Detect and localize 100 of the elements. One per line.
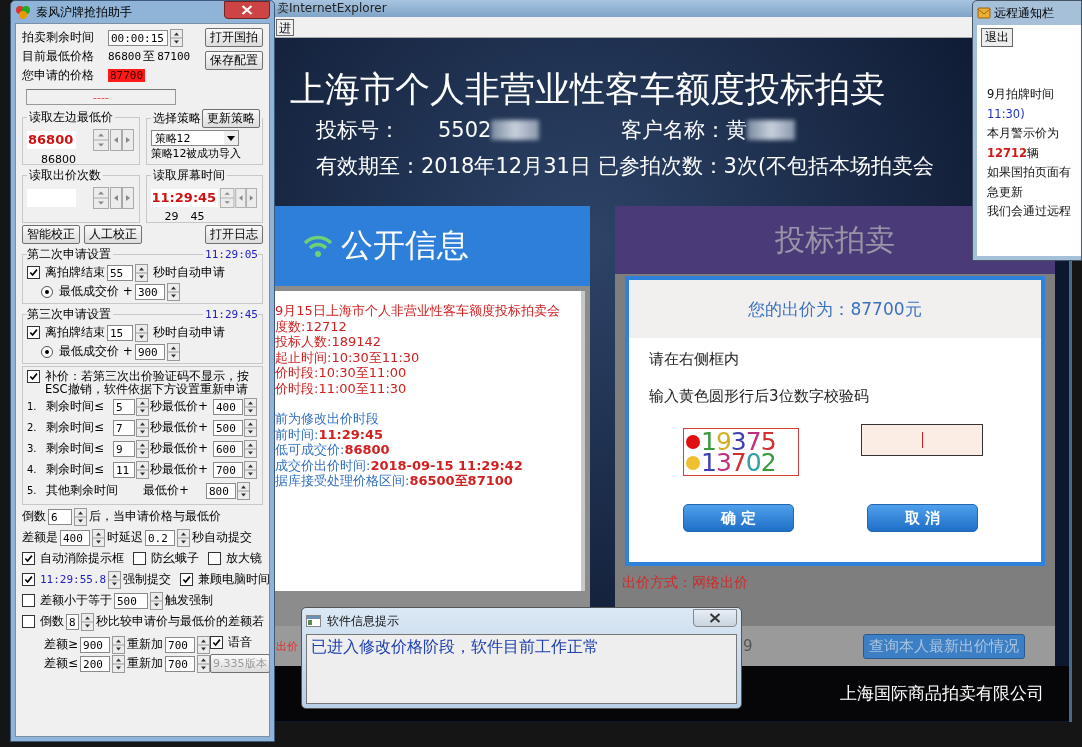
number-field[interactable]: 700: [165, 636, 196, 653]
spin-buttons[interactable]: [197, 635, 211, 654]
spin-buttons[interactable]: [244, 418, 257, 437]
spin-buttons[interactable]: [136, 418, 149, 437]
field-label: 秒自动提交: [192, 529, 252, 546]
action-button[interactable]: 智能校正: [22, 225, 80, 244]
checkbox[interactable]: [22, 552, 35, 565]
price-text: 86800: [108, 50, 142, 63]
spin-buttons[interactable]: [150, 591, 163, 610]
number-field[interactable]: 700: [213, 461, 243, 478]
spin-buttons[interactable]: [244, 397, 257, 416]
number-field[interactable]: 55: [107, 264, 133, 281]
reading-text: 29: [164, 210, 179, 223]
checkbox-label: 离拍牌结束: [45, 264, 105, 281]
list-number: 1.: [27, 401, 38, 412]
checkbox[interactable]: [22, 573, 35, 586]
panel-title: 公开信息: [341, 225, 469, 266]
spin-buttons[interactable]: [136, 460, 149, 479]
checkbox[interactable]: [27, 326, 40, 339]
info-value: 86500至87100: [409, 473, 513, 489]
number-field[interactable]: 200: [80, 655, 111, 672]
cancel-button[interactable]: 取 消: [867, 504, 978, 532]
spin-buttons[interactable]: [177, 528, 190, 547]
spin-buttons[interactable]: [244, 460, 257, 479]
spin-buttons[interactable]: [136, 397, 149, 416]
field-label: 剩余时间≤: [46, 461, 106, 478]
spin-buttons[interactable]: [197, 654, 211, 673]
checkbox[interactable]: [27, 370, 40, 383]
number-field[interactable]: 900: [80, 636, 111, 653]
radio-button[interactable]: [41, 345, 53, 358]
number-field[interactable]: 800: [206, 482, 236, 499]
close-icon: [709, 613, 721, 623]
number-field[interactable]: 500: [213, 419, 243, 436]
save-button[interactable]: 保存配置: [205, 51, 263, 70]
spin-buttons[interactable]: [112, 654, 126, 673]
strategy-select[interactable]: 策略12: [150, 130, 239, 146]
number-field[interactable]: 11: [113, 461, 135, 478]
value-display: 11:29:45: [150, 189, 219, 207]
open-button[interactable]: 打开国拍: [205, 28, 263, 47]
spin-buttons[interactable]: [166, 342, 180, 361]
checkbox-label: 倒数: [40, 613, 64, 630]
number-field[interactable]: 8: [66, 613, 79, 630]
checkbox[interactable]: [210, 636, 224, 649]
spin-buttons[interactable]: [166, 282, 180, 301]
captcha-digits: 13702: [701, 452, 776, 473]
info-label: 前为修改出价时段: [275, 411, 379, 427]
notice-line: 9月拍牌时间: [987, 86, 1056, 103]
number-field[interactable]: 700: [165, 655, 196, 672]
group-title: 第三次申请设置: [27, 306, 111, 323]
checkbox[interactable]: [27, 266, 40, 279]
field-label: 最低价+: [143, 482, 191, 499]
list-number: 4.: [27, 464, 38, 475]
number-field[interactable]: 9: [113, 440, 135, 457]
notice-line: 急更新: [987, 183, 1024, 201]
spin-buttons[interactable]: [80, 612, 94, 631]
field-value: 黄: [726, 117, 748, 144]
checkbox[interactable]: [133, 552, 146, 565]
spin-buttons[interactable]: [135, 323, 148, 342]
spin-buttons[interactable]: [237, 481, 250, 500]
number-field[interactable]: 500: [114, 592, 148, 609]
close-button[interactable]: [224, 1, 270, 19]
number-field[interactable]: 300: [134, 283, 165, 300]
close-button[interactable]: [693, 609, 737, 627]
number-field[interactable]: 5: [113, 398, 135, 415]
dropdown-icon: [223, 131, 238, 145]
spin-buttons[interactable]: [136, 439, 149, 458]
spin-buttons[interactable]: [74, 507, 87, 526]
checkbox[interactable]: [22, 615, 35, 628]
checkbox[interactable]: [180, 573, 193, 586]
number-field[interactable]: 900: [134, 343, 165, 360]
forward-button[interactable]: 进: [276, 18, 294, 36]
spin-buttons[interactable]: [92, 528, 105, 547]
number-field[interactable]: 400: [60, 529, 90, 546]
radio-button[interactable]: [41, 285, 53, 298]
window-title: 卖InternetExplorer: [277, 0, 387, 17]
confirm-button[interactable]: 确 定: [683, 504, 794, 532]
number-field[interactable]: 400: [213, 398, 243, 415]
status-message: 策略12被成功导入: [150, 147, 242, 160]
checkbox[interactable]: [208, 552, 221, 565]
bid-price-text: 您的出价为：87700元: [748, 297, 922, 321]
number-field[interactable]: 0.2: [145, 529, 175, 546]
number-field[interactable]: 15: [107, 324, 133, 341]
number-field[interactable]: 600: [213, 440, 243, 457]
action-button[interactable]: 打开日志: [205, 225, 263, 244]
exit-button[interactable]: 退出: [981, 28, 1013, 47]
field-label: 出价: [276, 638, 298, 654]
number-field[interactable]: 6: [48, 508, 72, 525]
captcha-input[interactable]: [861, 424, 983, 456]
spin-buttons[interactable]: [135, 263, 148, 282]
update-strategy-button[interactable]: 更新策略: [202, 109, 260, 128]
checkbox-label: 差额小于等于: [40, 592, 112, 609]
number-field[interactable]: 7: [113, 419, 135, 436]
spin-buttons[interactable]: [108, 570, 121, 589]
checkbox[interactable]: [22, 594, 35, 607]
action-button[interactable]: 人工校正: [84, 225, 142, 244]
spin-buttons[interactable]: [112, 635, 126, 654]
spin-buttons[interactable]: [244, 439, 257, 458]
number-field[interactable]: 00:00:15: [108, 29, 168, 46]
spin-buttons[interactable]: [170, 28, 183, 47]
window-title: 秦风沪牌抢拍助手: [36, 3, 133, 21]
